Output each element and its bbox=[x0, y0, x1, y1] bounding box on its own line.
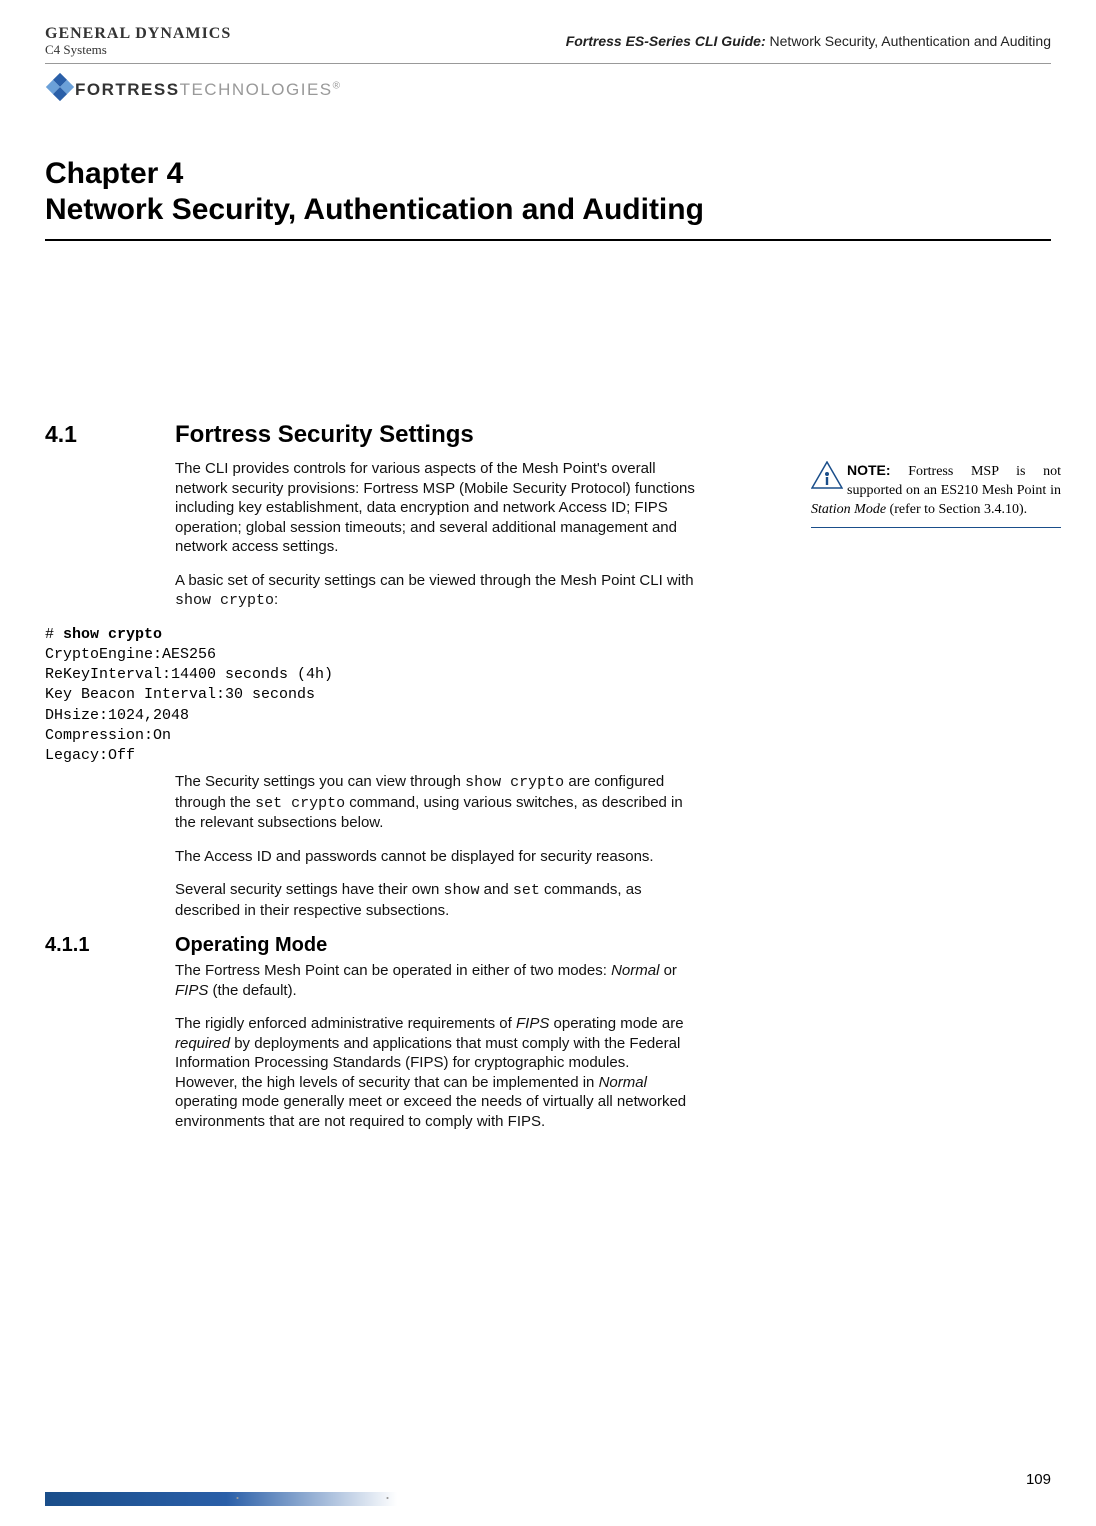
subsection-number: 4.1.1 bbox=[45, 934, 175, 957]
cli-line: CryptoEngine:AES256 bbox=[45, 646, 216, 663]
note-text-b: Station Mode bbox=[811, 502, 886, 517]
subsection-title: Operating Mode bbox=[175, 934, 327, 957]
section-4-1-heading: 4.1 Fortress Security Settings bbox=[45, 421, 1051, 449]
logo-gd-text: GENERAL DYNAMICS bbox=[45, 25, 231, 43]
para-access-id: The Access ID and passwords cannot be di… bbox=[175, 847, 695, 867]
body-column: The Security settings you can view throu… bbox=[175, 772, 695, 920]
note-text-c: (refer to Section 3.4.10). bbox=[886, 502, 1027, 517]
logo-fortress: FORTRESSTECHNOLOGIES® bbox=[45, 72, 1051, 107]
note-callout: NOTE: Fortress MSP is not supported on a… bbox=[811, 461, 1061, 528]
cli-line: Legacy:Off bbox=[45, 747, 135, 764]
para-intro: The CLI provides controls for various as… bbox=[175, 459, 695, 557]
body-column: The CLI provides controls for various as… bbox=[175, 459, 695, 611]
chapter-number: Chapter 4 bbox=[45, 157, 1051, 191]
logo-gd-subtext: C4 Systems bbox=[45, 42, 231, 58]
cli-line: DHsize:1024,2048 bbox=[45, 707, 189, 724]
section-number: 4.1 bbox=[45, 421, 175, 449]
para-set-crypto: The Security settings you can view throu… bbox=[175, 772, 695, 833]
para-fips: The rigidly enforced administrative requ… bbox=[175, 1014, 695, 1131]
cli-line: ReKeyInterval:14400 seconds (4h) bbox=[45, 666, 333, 683]
footer-dots: . . bbox=[235, 1483, 460, 1504]
chapter-heading: Chapter 4 Network Security, Authenticati… bbox=[45, 157, 1051, 241]
para-show-set: Several security settings have their own… bbox=[175, 880, 695, 920]
footer-bar bbox=[45, 1492, 1051, 1506]
info-triangle-icon bbox=[811, 461, 843, 489]
header-guide-title: Fortress ES-Series CLI Guide: Network Se… bbox=[566, 33, 1051, 49]
guide-title-italic: Fortress ES-Series CLI Guide: bbox=[566, 33, 766, 49]
chapter-title: Network Security, Authentication and Aud… bbox=[45, 193, 1051, 227]
section-4-1-1-heading: 4.1.1 Operating Mode bbox=[45, 934, 1051, 957]
cli-output: # show crypto CryptoEngine:AES256 ReKeyI… bbox=[45, 625, 1051, 767]
guide-title-rest: Network Security, Authentication and Aud… bbox=[766, 33, 1051, 49]
body-column: The Fortress Mesh Point can be operated … bbox=[175, 961, 695, 1131]
logo-general-dynamics: GENERAL DYNAMICS C4 Systems bbox=[45, 25, 231, 58]
page-header: GENERAL DYNAMICS C4 Systems Fortress ES-… bbox=[45, 25, 1051, 64]
para-show-crypto-intro: A basic set of security settings can be … bbox=[175, 571, 695, 611]
section-title: Fortress Security Settings bbox=[175, 421, 474, 449]
note-label: NOTE: bbox=[847, 462, 891, 478]
cli-line: Key Beacon Interval:30 seconds bbox=[45, 686, 315, 703]
content-area: NOTE: Fortress MSP is not supported on a… bbox=[45, 421, 1051, 1131]
para-modes: The Fortress Mesh Point can be operated … bbox=[175, 961, 695, 1000]
diamond-icon bbox=[45, 72, 75, 107]
cli-command: show crypto bbox=[63, 626, 162, 643]
cli-line: Compression:On bbox=[45, 727, 171, 744]
fortress-wordmark: FORTRESSTECHNOLOGIES® bbox=[75, 80, 342, 100]
page-number: 109 bbox=[1026, 1471, 1051, 1488]
